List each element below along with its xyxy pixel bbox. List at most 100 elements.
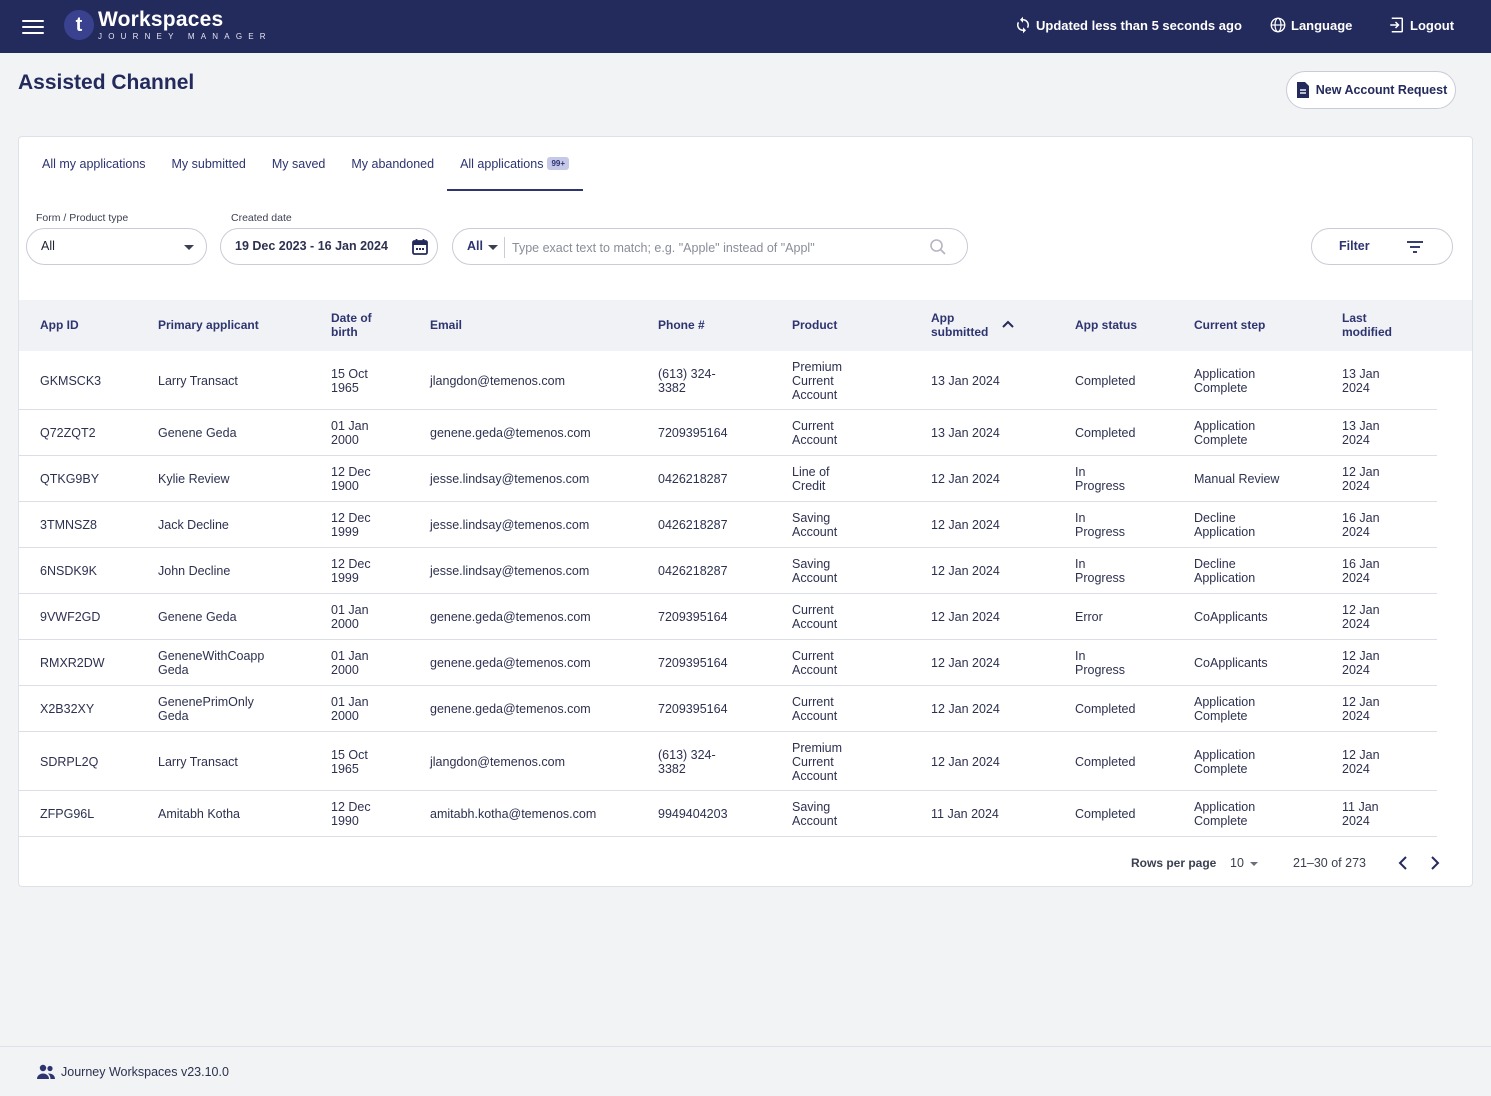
app-subtitle: JOURNEY MANAGER	[98, 32, 272, 41]
table-row[interactable]: 3TMNSZ8 Jack Decline 12 Dec 1999 jesse.lind…	[19, 502, 1437, 548]
cell-email: genene.geda@temenos.com	[430, 610, 591, 624]
column-header-app-submitted[interactable]: App submitted	[931, 311, 997, 339]
cell-app-status: Error	[1075, 610, 1103, 624]
cell-email: jesse.lindsay@temenos.com	[430, 518, 590, 532]
product-type-select[interactable]: All	[26, 228, 207, 265]
language-label: Language	[1291, 17, 1353, 33]
cell-product: Saving Account	[792, 800, 838, 828]
chevron-down-icon	[1250, 862, 1258, 866]
column-header-phone[interactable]: Phone #	[658, 318, 705, 332]
cell-current-step: Application Complete	[1194, 367, 1256, 395]
cell-last-modified: 12 Jan 2024	[1342, 465, 1380, 493]
created-date-picker[interactable]: 19 Dec 2023 - 16 Jan 2024	[220, 228, 438, 265]
cell-app-id: 6NSDK9K	[40, 564, 97, 578]
table-row[interactable]: SDRPL2Q Larry Transact 15 Oct 1965 jlangdon…	[19, 732, 1437, 791]
cell-phone: 7209395164	[658, 656, 728, 670]
new-account-request-label: New Account Request	[1315, 83, 1448, 97]
column-header-last-modified[interactable]: Last modified	[1342, 311, 1396, 339]
cell-app-id: 9VWF2GD	[40, 610, 101, 624]
rows-per-page-select[interactable]: 10	[1230, 854, 1264, 872]
cell-app-id: X2B32XY	[40, 702, 95, 716]
column-header-product[interactable]: Product	[792, 318, 837, 332]
logo-letter: t	[75, 13, 83, 36]
cell-primary-applicant: John Decline	[158, 564, 231, 578]
search-input[interactable]	[512, 237, 924, 258]
cell-product: Current Account	[792, 419, 838, 447]
table-row[interactable]: X2B32XY GenenePrimOnly Geda 01 Jan 2000 gen…	[19, 686, 1437, 732]
cell-phone: 7209395164	[658, 702, 728, 716]
cell-app-id: GKMSCK3	[40, 374, 102, 388]
column-header-email[interactable]: Email	[430, 318, 462, 332]
cell-date-of-birth: 12 Dec 1999	[331, 557, 371, 585]
table-row[interactable]: QTKG9BY Kylie Review 12 Dec 1900 jesse.lind…	[19, 456, 1437, 502]
tab-my-abandoned[interactable]: My abandoned	[338, 137, 447, 191]
column-header-primary-applicant[interactable]: Primary applicant	[158, 318, 259, 332]
cell-last-modified: 13 Jan 2024	[1342, 367, 1380, 395]
table-row[interactable]: GKMSCK3 Larry Transact 15 Oct 1965 jlangdon…	[19, 351, 1437, 410]
search-icon[interactable]	[929, 238, 947, 256]
cell-product: Saving Account	[792, 511, 838, 539]
cell-date-of-birth: 01 Jan 2000	[331, 419, 369, 447]
cell-app-status: Completed	[1075, 426, 1136, 440]
next-page-icon[interactable]	[1425, 854, 1443, 872]
version-text: Journey Workspaces v23.10.0	[61, 1065, 229, 1079]
column-header-date-of-birth[interactable]: Date of birth	[331, 311, 389, 339]
search-field: All	[452, 228, 968, 265]
menu-icon[interactable]	[22, 16, 44, 36]
rows-per-page-label: Rows per page	[1131, 856, 1217, 870]
count-badge: 99+	[547, 157, 570, 170]
table-row[interactable]: 9VWF2GD Genene Geda 01 Jan 2000 genene.geda…	[19, 594, 1437, 640]
cell-current-step: Application Complete	[1194, 419, 1256, 447]
column-header-app-status[interactable]: App status	[1075, 318, 1137, 332]
cell-product: Line of Credit	[792, 465, 830, 493]
tab-all-applications[interactable]: All applications 99+	[447, 137, 584, 191]
cell-last-modified: 16 Jan 2024	[1342, 557, 1380, 585]
calendar-icon[interactable]	[411, 238, 429, 256]
cell-primary-applicant: Jack Decline	[158, 518, 229, 532]
search-divider	[504, 237, 505, 258]
column-header-current-step[interactable]: Current step	[1194, 318, 1265, 332]
top-app-bar: t Workspaces JOURNEY MANAGER Updated les…	[0, 0, 1491, 53]
cell-date-of-birth: 12 Dec 1990	[331, 800, 371, 828]
cell-app-id: ZFPG96L	[40, 807, 95, 821]
sort-ascending-icon[interactable]	[1002, 319, 1014, 329]
table-row[interactable]: 6NSDK9K John Decline 12 Dec 1999 jesse.lind…	[19, 548, 1437, 594]
cell-primary-applicant: Amitabh Kotha	[158, 807, 240, 821]
language-button[interactable]: Language	[1269, 16, 1352, 34]
table-row[interactable]: RMXR2DW GeneneWithCoapp Geda 01 Jan 2000 ge…	[19, 640, 1437, 686]
cell-email: genene.geda@temenos.com	[430, 702, 591, 716]
cell-app-submitted: 11 Jan 2024	[931, 807, 999, 821]
search-scope-select[interactable]: All	[467, 239, 483, 253]
cell-last-modified: 11 Jan 2024	[1342, 800, 1379, 828]
cell-product: Premium Current Account	[792, 360, 843, 402]
new-account-request-button[interactable]: New Account Request	[1286, 71, 1456, 109]
table-row[interactable]: Q72ZQT2 Genene Geda 01 Jan 2000 genene.geda…	[19, 410, 1437, 456]
cell-product: Current Account	[792, 603, 838, 631]
filter-button[interactable]: Filter	[1311, 228, 1453, 265]
column-header-app-id[interactable]: App ID	[40, 318, 79, 332]
cell-phone: 7209395164	[658, 610, 728, 624]
cell-product: Premium Current Account	[792, 741, 843, 783]
cell-product: Saving Account	[792, 557, 838, 585]
created-date-label: Created date	[231, 212, 292, 224]
document-icon	[1296, 82, 1309, 98]
updated-text: Updated less than 5 seconds ago	[1036, 17, 1242, 33]
tab-my-submitted[interactable]: My submitted	[159, 137, 259, 191]
table-row[interactable]: ZFPG96L Amitabh Kotha 12 Dec 1990 amitabh.k…	[19, 791, 1437, 837]
tab-all-my-applications[interactable]: All my applications	[29, 137, 159, 191]
cell-app-id: 3TMNSZ8	[40, 518, 97, 532]
globe-icon	[1270, 17, 1286, 33]
product-type-value: All	[41, 239, 55, 253]
logout-button[interactable]: Logout	[1388, 16, 1454, 34]
cell-current-step: Decline Application	[1194, 557, 1256, 585]
cell-app-status: Completed	[1075, 755, 1136, 769]
previous-page-icon[interactable]	[1395, 854, 1413, 872]
cell-phone: 0426218287	[658, 564, 728, 578]
cell-phone: 0426218287	[658, 518, 728, 532]
cell-current-step: Application Complete	[1194, 748, 1256, 776]
cell-primary-applicant: Kylie Review	[158, 472, 230, 486]
cell-primary-applicant: Larry Transact	[158, 755, 238, 769]
tab-my-saved[interactable]: My saved	[259, 137, 339, 191]
cell-email: jesse.lindsay@temenos.com	[430, 564, 590, 578]
refresh-status[interactable]: Updated less than 5 seconds ago	[1014, 16, 1242, 34]
